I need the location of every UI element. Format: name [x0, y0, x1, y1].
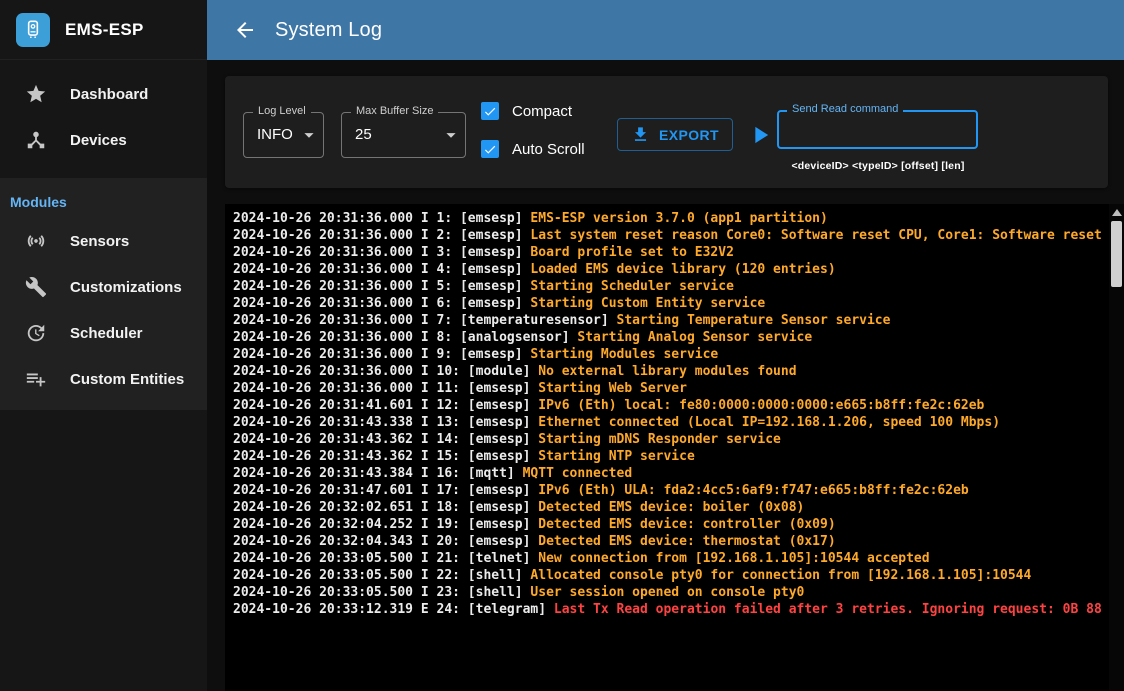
wrench-icon — [25, 276, 47, 298]
sidebar-item-label: Scheduler — [70, 325, 143, 342]
log-line: 2024-10-26 20:32:02.651 I 18: [emsesp] D… — [233, 499, 1102, 516]
sidebar-item-label: Customizations — [70, 279, 182, 296]
log-line: 2024-10-26 20:31:36.000 I 5: [emsesp] St… — [233, 278, 1102, 295]
export-button-label: EXPORT — [659, 127, 719, 143]
chevron-down-icon — [298, 124, 320, 146]
log-line: 2024-10-26 20:31:43.362 I 15: [emsesp] S… — [233, 448, 1102, 465]
log-line: 2024-10-26 20:31:36.000 I 2: [emsesp] La… — [233, 227, 1102, 244]
log-line: 2024-10-26 20:31:43.338 I 13: [emsesp] E… — [233, 414, 1102, 431]
log-line: 2024-10-26 20:31:36.000 I 6: [emsesp] St… — [233, 295, 1102, 312]
star-icon — [25, 83, 47, 105]
log-line: 2024-10-26 20:33:05.500 I 21: [telnet] N… — [233, 550, 1102, 567]
sidebar-item-customizations[interactable]: Customizations — [0, 264, 207, 310]
sidebar-modules-section: Modules Sensors Customizations Scheduler… — [0, 178, 207, 410]
log-line: 2024-10-26 20:33:05.500 I 22: [shell] Al… — [233, 567, 1102, 584]
brand: EMS-ESP — [0, 0, 207, 60]
schedule-update-icon — [25, 322, 47, 344]
device-hub-icon — [25, 129, 47, 151]
sidebar-item-label: Devices — [70, 132, 127, 149]
sidebar-item-custom-entities[interactable]: Custom Entities — [0, 356, 207, 402]
app-title: EMS-ESP — [65, 20, 144, 40]
log-line: 2024-10-26 20:31:43.384 I 16: [mqtt] MQT… — [233, 465, 1102, 482]
page-title: System Log — [275, 19, 382, 42]
log-line: 2024-10-26 20:31:43.362 I 14: [emsesp] S… — [233, 431, 1102, 448]
scroll-up-arrow-icon[interactable] — [1112, 209, 1122, 216]
max-buffer-size-select[interactable]: Max Buffer Size 25 — [341, 112, 466, 158]
checkbox-icon — [481, 102, 499, 120]
log-line: 2024-10-26 20:31:41.601 I 12: [emsesp] I… — [233, 397, 1102, 414]
log-line: 2024-10-26 20:31:36.000 I 11: [emsesp] S… — [233, 380, 1102, 397]
log-line: 2024-10-26 20:31:36.000 I 4: [emsesp] Lo… — [233, 261, 1102, 278]
sidebar-item-label: Sensors — [70, 233, 129, 250]
send-command-button[interactable] — [746, 121, 774, 149]
auto-scroll-checkbox-label: Auto Scroll — [512, 141, 585, 158]
log-line: 2024-10-26 20:31:36.000 I 3: [emsesp] Bo… — [233, 244, 1102, 261]
log-line: 2024-10-26 20:31:36.000 I 8: [analogsens… — [233, 329, 1102, 346]
sensors-icon — [25, 230, 47, 252]
sidebar-item-label: Dashboard — [70, 86, 148, 103]
log-output: 2024-10-26 20:31:36.000 I 1: [emsesp] EM… — [225, 204, 1124, 691]
log-line: 2024-10-26 20:31:47.601 I 17: [emsesp] I… — [233, 482, 1102, 499]
compact-checkbox-label: Compact — [512, 103, 572, 120]
log-scrollbar[interactable] — [1109, 204, 1124, 691]
sidebar-item-sensors[interactable]: Sensors — [0, 218, 207, 264]
download-icon — [631, 125, 650, 144]
emsesp-logo-icon — [16, 13, 50, 47]
send-command-helper-text: <deviceID> <typeID> [offset] [len] — [765, 160, 991, 172]
log-level-select[interactable]: Log Level INFO — [243, 112, 324, 158]
playlist-add-icon — [25, 368, 47, 390]
log-line: 2024-10-26 20:31:36.000 I 9: [emsesp] St… — [233, 346, 1102, 363]
log-line: 2024-10-26 20:31:36.000 I 10: [module] N… — [233, 363, 1102, 380]
log-line: 2024-10-26 20:32:04.252 I 19: [emsesp] D… — [233, 516, 1102, 533]
sidebar-item-scheduler[interactable]: Scheduler — [0, 310, 207, 356]
sidebar-item-dashboard[interactable]: Dashboard — [0, 71, 207, 117]
controls-card: Log Level INFO Max Buffer Size 25 Compac… — [225, 76, 1108, 188]
log-panel: 2024-10-26 20:31:36.000 I 1: [emsesp] EM… — [225, 204, 1124, 691]
play-icon — [746, 121, 774, 149]
modules-section-header: Modules — [0, 178, 207, 218]
send-read-command-input[interactable] — [779, 112, 976, 147]
log-level-value: INFO — [257, 113, 293, 157]
auto-scroll-checkbox[interactable]: Auto Scroll — [481, 140, 585, 158]
sidebar-nav: Dashboard Devices — [0, 60, 207, 178]
log-line: 2024-10-26 20:33:05.500 I 23: [shell] Us… — [233, 584, 1102, 601]
chevron-down-icon — [440, 124, 462, 146]
log-line: 2024-10-26 20:33:12.319 E 24: [telegram]… — [233, 601, 1102, 618]
export-button[interactable]: EXPORT — [617, 118, 733, 151]
back-button[interactable] — [225, 10, 265, 50]
max-buffer-size-value: 25 — [355, 113, 372, 157]
appbar: System Log — [207, 0, 1124, 60]
compact-checkbox[interactable]: Compact — [481, 102, 572, 120]
send-read-command-field: Send Read command — [777, 110, 978, 149]
log-line: 2024-10-26 20:31:36.000 I 1: [emsesp] EM… — [233, 210, 1102, 227]
log-line: 2024-10-26 20:31:36.000 I 7: [temperatur… — [233, 312, 1102, 329]
arrow-left-icon — [233, 18, 257, 42]
sidebar: EMS-ESP Dashboard Devices Modules Sensor… — [0, 0, 207, 691]
main-content: Log Level INFO Max Buffer Size 25 Compac… — [207, 60, 1124, 691]
checkbox-icon — [481, 140, 499, 158]
sidebar-item-label: Custom Entities — [70, 371, 184, 388]
scrollbar-thumb[interactable] — [1111, 221, 1122, 287]
sidebar-item-devices[interactable]: Devices — [0, 117, 207, 163]
log-line: 2024-10-26 20:32:04.343 I 20: [emsesp] D… — [233, 533, 1102, 550]
